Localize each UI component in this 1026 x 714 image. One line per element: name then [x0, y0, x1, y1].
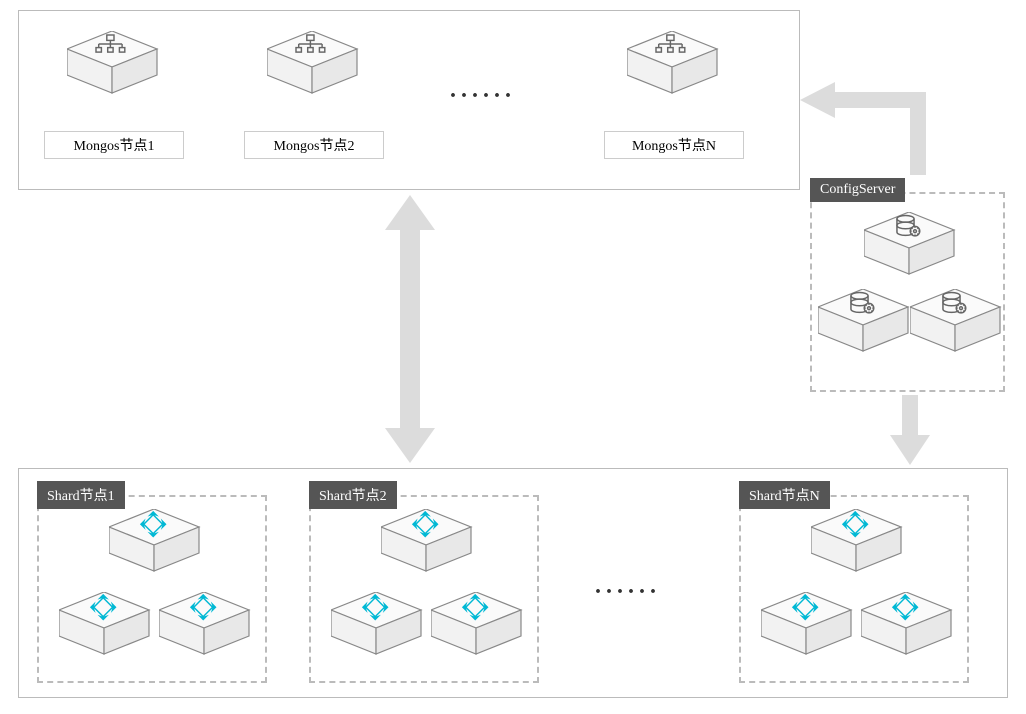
cube-icon [431, 592, 523, 656]
shard-node-2-label: Shard节点2 [309, 481, 397, 509]
cube-icon [267, 31, 359, 95]
shard-2-cube-right [431, 592, 523, 661]
shard-node-n-label: Shard节点N [739, 481, 830, 509]
cube-icon [67, 31, 159, 95]
shard-n-cube-left [761, 592, 853, 661]
mongos-node-n-label: Mongos节点N [604, 131, 744, 159]
cube-icon [811, 509, 903, 573]
shard-2-cube-top [381, 509, 473, 578]
mongos-node-2-cube [267, 31, 359, 100]
cube-icon [331, 592, 423, 656]
shard-1-cube-right [159, 592, 251, 661]
mongos-node-1-label: Mongos节点1 [44, 131, 184, 159]
shard-node-1-box [37, 495, 267, 683]
config-cube-left [818, 289, 910, 358]
config-server-box [810, 192, 1005, 392]
arrow-config-to-shard [890, 395, 930, 465]
cube-icon [109, 509, 201, 573]
shard-1-cube-top [109, 509, 201, 578]
mongos-ellipsis: ······ [449, 83, 515, 110]
cube-icon [627, 31, 719, 95]
shard-n-cube-top [811, 509, 903, 578]
cube-icon [59, 592, 151, 656]
cube-icon [910, 289, 1002, 353]
shard-1-cube-left [59, 592, 151, 661]
cube-icon [159, 592, 251, 656]
mongos-node-n-cube [627, 31, 719, 100]
cube-icon [861, 592, 953, 656]
shard-node-2-box [309, 495, 539, 683]
arrow-mongos-shard [380, 195, 440, 463]
arrow-config-to-mongos [800, 70, 940, 180]
mongos-node-1-cube [67, 31, 159, 100]
cube-icon [864, 212, 956, 276]
cube-icon [761, 592, 853, 656]
mongos-node-2-label: Mongos节点2 [244, 131, 384, 159]
shard-container: Shard节点1 Shard节点2 ······ Shard节点N [18, 468, 1008, 698]
shard-node-n-box [739, 495, 969, 683]
config-cube-top [864, 212, 956, 281]
cube-icon [818, 289, 910, 353]
cube-icon [381, 509, 473, 573]
config-cube-right [910, 289, 1002, 358]
shard-n-cube-right [861, 592, 953, 661]
config-server-label: ConfigServer [810, 178, 905, 202]
shard-2-cube-left [331, 592, 423, 661]
shard-node-1-label: Shard节点1 [37, 481, 125, 509]
shard-ellipsis: ······ [594, 579, 660, 606]
mongos-container: Mongos节点1 Mongos节点2 ······ Mongos节点N [18, 10, 800, 190]
